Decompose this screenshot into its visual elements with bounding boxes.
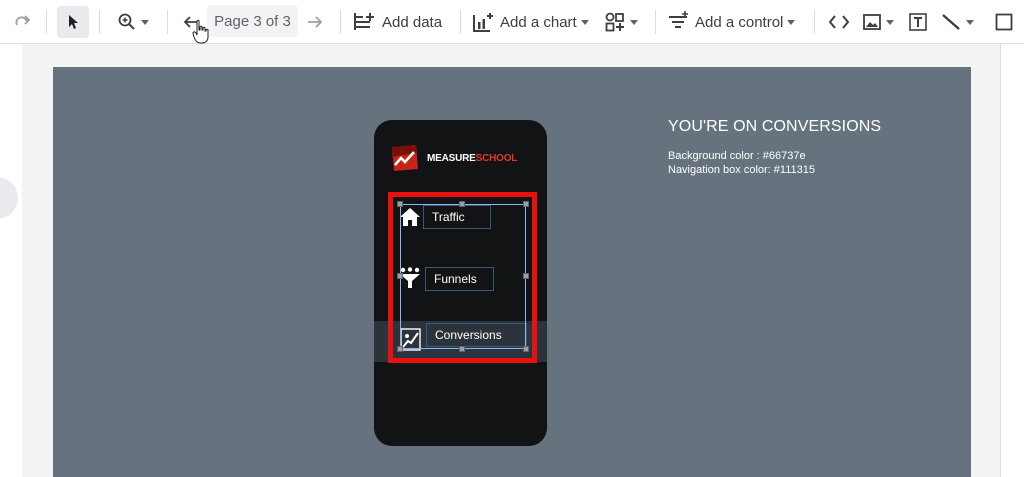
add-chart-label: Add a chart — [500, 13, 577, 31]
left-gutter — [0, 44, 22, 477]
page-indicator: Page 3 of 3 — [207, 5, 298, 37]
embed-url-button[interactable] — [826, 6, 852, 38]
chevron-down-icon — [787, 19, 796, 25]
chevron-down-icon — [630, 19, 638, 25]
navigation-box-color-note: Navigation box color: #111315 — [668, 164, 815, 176]
shape-button[interactable] — [992, 6, 1016, 38]
hand-pointer-icon — [192, 19, 209, 44]
properties-panel — [1000, 44, 1024, 477]
page-heading: YOU'RE ON CONVERSIONS — [668, 118, 882, 135]
image-button[interactable] — [862, 6, 894, 38]
control-filter-icon — [669, 11, 688, 28]
add-data-button[interactable]: Add data — [352, 6, 442, 38]
add-control-button[interactable]: Add a control — [667, 6, 796, 38]
add-control-label: Add a control — [695, 13, 784, 31]
rectangle-icon — [995, 13, 1013, 31]
highlight-box — [388, 192, 537, 363]
text-box-icon — [909, 13, 927, 31]
next-page-button[interactable] — [302, 6, 328, 38]
line-button[interactable] — [940, 6, 974, 38]
chevron-down-icon — [966, 19, 974, 25]
line-icon — [942, 14, 960, 30]
chevron-down-icon — [886, 19, 894, 25]
add-chart-icon — [473, 13, 493, 32]
add-data-label: Add data — [382, 13, 443, 31]
components-icon — [605, 12, 624, 32]
brand-name: MEASURESCHOOL — [427, 153, 518, 164]
redo-icon — [15, 15, 31, 26]
add-chart-button[interactable]: Add a chart — [472, 6, 589, 38]
add-data-icon — [354, 13, 374, 30]
background-color-note: Background color : #66737e — [668, 150, 806, 162]
measureschool-logo-icon — [392, 145, 418, 171]
add-component-button[interactable] — [604, 6, 638, 38]
zoom-in-icon — [118, 13, 135, 30]
arrow-right-icon — [308, 16, 323, 28]
select-tool-button[interactable] — [57, 6, 89, 38]
cursor-arrow-icon — [69, 15, 78, 29]
chevron-down-icon — [141, 19, 149, 25]
image-icon — [863, 14, 881, 30]
redo-button[interactable] — [8, 6, 36, 38]
toolbar: Page 3 of 3 Add data Add a chart Add a c… — [0, 0, 1024, 44]
zoom-button[interactable] — [110, 6, 156, 38]
code-brackets-icon — [828, 15, 850, 29]
chevron-down-icon — [580, 19, 589, 25]
text-box-button[interactable] — [906, 6, 930, 38]
